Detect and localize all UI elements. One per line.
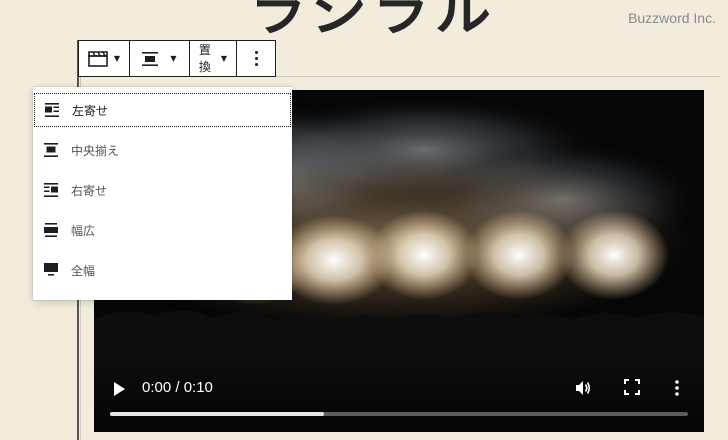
align-menu-item-wide[interactable]: 幅広 <box>34 213 291 247</box>
volume-icon[interactable] <box>574 379 592 397</box>
align-dropdown-button[interactable]: ▼ <box>130 41 190 76</box>
align-menu-item-full[interactable]: 全幅 <box>34 253 291 287</box>
more-options-button[interactable] <box>237 41 275 76</box>
video-time: 0:00 / 0:10 <box>142 379 213 396</box>
align-menu-item-center[interactable]: 中央揃え <box>34 133 291 167</box>
align-menu-item-right[interactable]: 右寄せ <box>34 173 291 207</box>
align-wide-icon <box>44 223 58 237</box>
align-menu-label: 全幅 <box>71 263 96 278</box>
video-controls: 0:00 / 0:10 <box>94 362 704 432</box>
replace-label: 置換 <box>198 42 211 74</box>
more-vertical-icon[interactable] <box>674 379 680 397</box>
chevron-down-icon: ▼ <box>170 54 177 63</box>
align-menu-label: 右寄せ <box>71 183 108 198</box>
video-progress-bar[interactable] <box>110 412 688 416</box>
align-full-icon <box>44 263 58 276</box>
align-center-icon <box>44 143 58 157</box>
block-toolbar: ▼ ▼ 置換 ▼ <box>78 40 276 77</box>
video-progress-buffered <box>110 412 324 416</box>
replace-button[interactable]: 置換 ▼ <box>190 41 237 76</box>
align-menu: 左寄せ 中央揃え 右寄せ 幅広 全幅 <box>33 87 292 300</box>
align-menu-label: 幅広 <box>71 223 96 238</box>
block-type-button[interactable]: ▼ <box>79 41 130 76</box>
align-menu-label: 中央揃え <box>71 143 120 158</box>
film-clapper-icon <box>88 50 108 67</box>
align-center-icon <box>142 51 159 66</box>
site-credit: Buzzword Inc. <box>628 10 716 26</box>
play-icon[interactable] <box>112 381 126 397</box>
page-title-fragment: ラシラル <box>250 0 497 44</box>
chevron-down-icon: ▼ <box>220 54 228 63</box>
chevron-down-icon: ▼ <box>113 54 121 63</box>
align-right-icon <box>44 183 58 197</box>
more-vertical-icon <box>254 51 258 66</box>
align-menu-item-left[interactable]: 左寄せ <box>34 93 291 127</box>
fullscreen-icon[interactable] <box>624 379 640 395</box>
align-left-icon <box>45 103 59 117</box>
align-menu-label: 左寄せ <box>72 103 109 118</box>
